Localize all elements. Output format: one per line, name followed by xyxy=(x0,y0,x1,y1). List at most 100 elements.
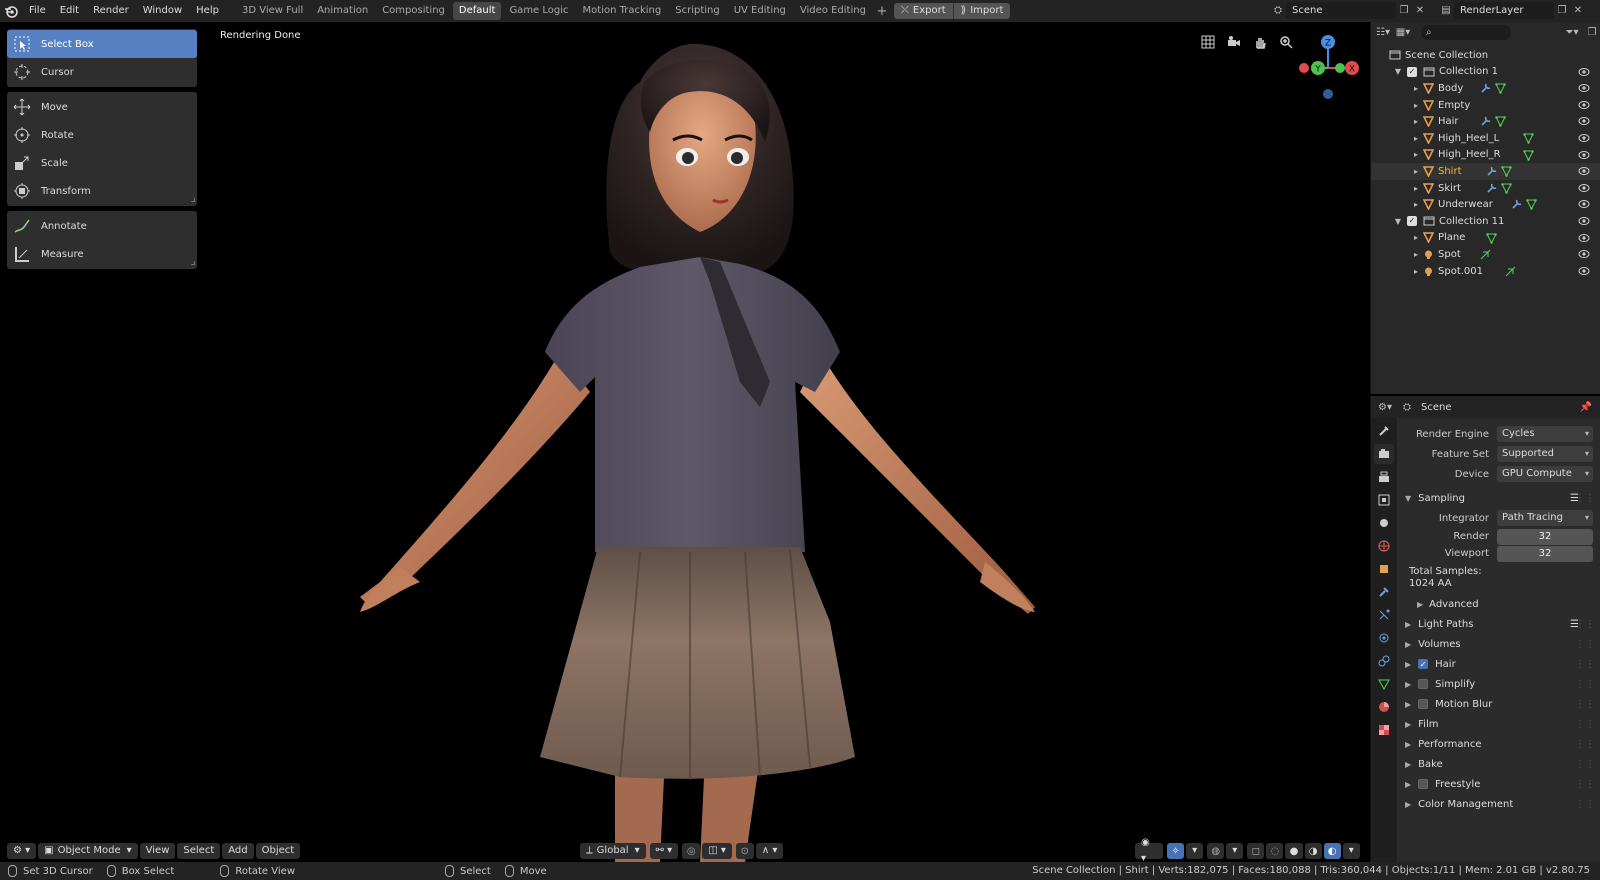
modifier-wrench-icon[interactable] xyxy=(1511,199,1522,210)
hair-section[interactable]: ▶ ✓ Hair ⋮⋮ xyxy=(1397,654,1600,674)
eye-icon[interactable] xyxy=(1578,67,1590,77)
tab-modifiers-icon[interactable] xyxy=(1374,582,1394,602)
tab-3d-view-full[interactable]: 3D View Full xyxy=(236,2,309,20)
outliner-object[interactable]: ▸ Hair xyxy=(1371,113,1600,130)
menu-help[interactable]: Help xyxy=(189,0,226,22)
gizmo-neg-z[interactable] xyxy=(1323,89,1333,99)
tool-cursor[interactable]: Cursor xyxy=(7,58,197,86)
viewport-samples-field[interactable]: 32 xyxy=(1497,545,1593,562)
scene-name-field[interactable]: Scene xyxy=(1286,2,1396,19)
outliner-search-input[interactable]: ⌕ xyxy=(1421,24,1511,40)
eye-icon[interactable] xyxy=(1578,166,1590,176)
proportional-edit-toggle[interactable]: ⊙ xyxy=(735,843,754,859)
collapsed-triangle-icon[interactable]: ▸ xyxy=(1411,200,1421,209)
collapsed-triangle-icon[interactable]: ▸ xyxy=(1411,184,1421,193)
shading-wireframe[interactable]: ◌ xyxy=(1266,843,1284,859)
drag-handle-icon[interactable]: ⋮⋮ xyxy=(1575,739,1595,750)
outliner-object[interactable]: ▸ Skirt xyxy=(1371,180,1600,197)
tab-particles-icon[interactable] xyxy=(1374,605,1394,625)
tool-rotate[interactable]: Rotate xyxy=(7,121,197,149)
drag-handle-icon[interactable]: ⋮⋮ xyxy=(1575,799,1595,810)
shading-material[interactable]: ◑ xyxy=(1304,843,1322,859)
new-layer-icon[interactable]: ❐ xyxy=(1554,3,1570,19)
outliner-object[interactable]: ▸ Spot.001 xyxy=(1371,263,1600,280)
scene-type-icon[interactable]: ⛭ xyxy=(1270,3,1286,19)
view-menu[interactable]: View xyxy=(139,843,176,859)
tab-world-icon[interactable] xyxy=(1374,536,1394,556)
outliner-collection[interactable]: ▼ ✓ Collection 1 xyxy=(1371,64,1600,81)
outliner-object[interactable]: ▸ Spot xyxy=(1371,246,1600,263)
tab-tool-icon[interactable] xyxy=(1374,421,1394,441)
collapsed-triangle-icon[interactable]: ▸ xyxy=(1411,267,1421,276)
tab-default[interactable]: Default xyxy=(452,2,502,20)
display-mode-icon[interactable]: ▦▾ xyxy=(1395,24,1411,40)
collapsed-triangle-icon[interactable]: ▸ xyxy=(1411,84,1421,93)
blender-logo-icon[interactable] xyxy=(0,0,22,22)
collection-exclude-checkbox[interactable]: ✓ xyxy=(1407,216,1417,227)
advanced-subsection[interactable]: ▶ Advanced xyxy=(1397,594,1600,614)
tab-view-layer-icon[interactable] xyxy=(1374,490,1394,510)
collapsed-triangle-icon[interactable]: ▸ xyxy=(1411,101,1421,110)
tab-motion-tracking[interactable]: Motion Tracking xyxy=(577,2,668,20)
3d-viewport[interactable]: Select Box Cursor Move Rotate Scale Tran… xyxy=(0,22,1370,862)
outliner-collection[interactable]: ▼ ✓ Collection 11 xyxy=(1371,213,1600,230)
sampling-section-header[interactable]: ▼ Sampling ☰ ⋮⋮ xyxy=(1397,488,1600,508)
snap-toggle[interactable]: ◎ xyxy=(682,843,701,859)
motion-blur-checkbox[interactable] xyxy=(1418,699,1429,709)
modifier-wrench-icon[interactable] xyxy=(1480,83,1491,94)
bake-section[interactable]: ▶ Bake ⋮⋮ xyxy=(1397,754,1600,774)
eye-icon[interactable] xyxy=(1578,266,1590,276)
overlays-toggle[interactable]: ◍ xyxy=(1207,843,1225,859)
performance-section[interactable]: ▶ Performance ⋮⋮ xyxy=(1397,734,1600,754)
menu-file[interactable]: File xyxy=(22,0,53,22)
tab-animation[interactable]: Animation xyxy=(311,2,374,20)
mesh-data-icon[interactable] xyxy=(1501,183,1512,194)
drag-handle-icon[interactable]: ⋮⋮ xyxy=(1575,719,1595,730)
simplify-checkbox[interactable] xyxy=(1418,679,1429,689)
select-menu[interactable]: Select xyxy=(177,843,221,859)
gizmo-toggle[interactable]: ✧ xyxy=(1167,843,1185,859)
tab-constraints-icon[interactable] xyxy=(1374,651,1394,671)
camera-view-icon[interactable] xyxy=(1224,32,1244,52)
mesh-data-icon[interactable] xyxy=(1523,133,1534,144)
render-engine-select[interactable]: Cycles ▾ xyxy=(1497,426,1593,442)
eye-icon[interactable] xyxy=(1578,199,1590,209)
xray-toggle[interactable]: ◻ xyxy=(1247,843,1265,859)
shading-solid[interactable]: ● xyxy=(1285,843,1303,859)
collapsed-triangle-icon[interactable]: ▸ xyxy=(1411,150,1421,159)
tab-scripting[interactable]: Scripting xyxy=(669,2,725,20)
pivot-point-select[interactable]: ⚯ ▾ xyxy=(649,843,679,859)
outliner-scene-collection[interactable]: Scene Collection xyxy=(1371,47,1600,64)
collapsed-triangle-icon[interactable]: ▸ xyxy=(1411,167,1421,176)
drag-handle-icon[interactable]: ⋮⋮ xyxy=(1575,759,1595,770)
menu-window[interactable]: Window xyxy=(136,0,189,22)
tab-uv-editing[interactable]: UV Editing xyxy=(728,2,792,20)
device-select[interactable]: GPU Compute ▾ xyxy=(1497,466,1593,482)
visibility-select[interactable]: ◉ ▾ xyxy=(1135,837,1164,862)
editor-type-button[interactable]: ⚙ ▾ xyxy=(7,843,37,859)
drag-handle-icon[interactable]: ⋮⋮ xyxy=(1575,779,1595,790)
outliner-object[interactable]: ▸ Body xyxy=(1371,80,1600,97)
modifier-wrench-icon[interactable] xyxy=(1486,183,1497,194)
collapsed-triangle-icon[interactable]: ▸ xyxy=(1411,233,1421,242)
collapsed-triangle-icon[interactable]: ▸ xyxy=(1411,134,1421,143)
tab-data-icon[interactable] xyxy=(1374,674,1394,694)
mesh-data-icon[interactable] xyxy=(1486,232,1497,244)
navigation-gizmo[interactable]: Z Y X xyxy=(1290,28,1370,108)
drag-handle-icon[interactable]: ⋮⋮ xyxy=(1575,699,1595,710)
mesh-data-icon[interactable] xyxy=(1525,199,1537,211)
filter-icon[interactable]: ⏷▾ xyxy=(1564,24,1580,40)
pan-hand-icon[interactable] xyxy=(1250,32,1270,52)
color-management-section[interactable]: ▶ Color Management ⋮⋮ xyxy=(1397,794,1600,814)
hair-checkbox[interactable]: ✓ xyxy=(1418,659,1429,669)
tab-physics-icon[interactable] xyxy=(1374,628,1394,648)
add-menu[interactable]: Add xyxy=(222,843,254,859)
drag-handle-icon[interactable]: ⋮⋮ xyxy=(1575,639,1595,650)
outliner-object[interactable]: ▸ High_Heel_R xyxy=(1371,147,1600,164)
render-samples-field[interactable]: 32 xyxy=(1497,528,1593,545)
modifier-wrench-icon[interactable] xyxy=(1486,166,1497,177)
eye-icon[interactable] xyxy=(1578,216,1590,226)
feature-set-select[interactable]: Supported ▾ xyxy=(1497,446,1593,462)
import-button[interactable]: ⟫ Import xyxy=(953,3,1011,19)
eye-icon[interactable] xyxy=(1578,100,1590,110)
